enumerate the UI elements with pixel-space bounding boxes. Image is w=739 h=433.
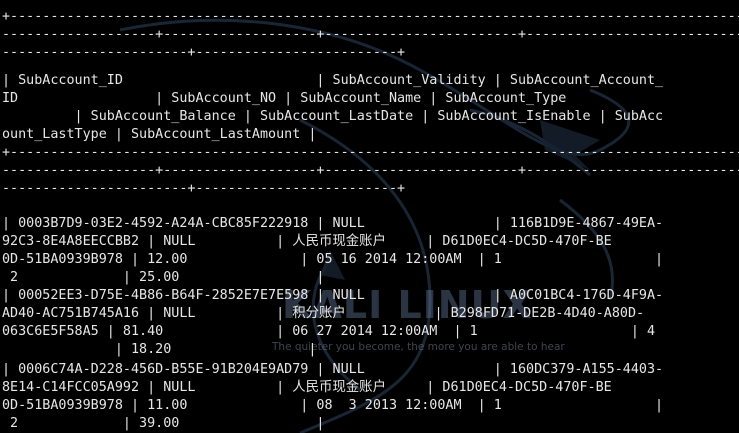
table-row-line: 2 | 39.00 | xyxy=(2,416,325,431)
table-row-line: 0D-51BA0939B978 | 11.00 | 08 3 2013 12:0… xyxy=(2,398,664,413)
table-header-line: | SubAccount_Balance | SubAccount_LastDa… xyxy=(2,109,664,124)
table-border-line: +---------------------------------------… xyxy=(2,145,739,160)
table-row-line: 2 | 25.00 | xyxy=(2,270,325,285)
table-row-line: 0D-51BA0939B978 | 12.00 | 05 16 2014 12:… xyxy=(2,252,664,267)
table-row-line: | 00052EE3-D75E-4B86-B64F-2852E7E7E598 |… xyxy=(2,288,664,303)
table-border-line: -------------------+-------------------+… xyxy=(2,163,739,178)
table-border-line: -----------------------+----------------… xyxy=(2,45,406,60)
table-header-line: ount_LastType | SubAccount_LastAmount | xyxy=(2,127,317,142)
table-row-line: | 18.20 | xyxy=(2,342,317,357)
table-row-line: 063C6E5F58A5 | 81.40 | 06 27 2014 12:00A… xyxy=(2,324,656,339)
table-row-line: | 0006C74A-D228-456D-B55E-91B204E9AD79 |… xyxy=(2,362,664,377)
table-header-line: | SubAccount_ID | SubAccount_Validity | … xyxy=(2,73,664,88)
table-header-line: ID | SubAccount_NO | SubAccount_Name | S… xyxy=(2,91,567,106)
table-border-line: -----------------------+----------------… xyxy=(2,181,406,196)
table-border-line: +---------------------------------------… xyxy=(2,9,739,24)
table-row-line: AD40-AC751B745A16 | NULL | 积分账户 | B298FD… xyxy=(2,306,645,321)
terminal-output: +---------------------------------------… xyxy=(0,0,739,433)
table-row-line: 92C3-8E4A8EECCBB2 | NULL | 人民币现金账户 | D61… xyxy=(2,234,612,249)
table-border-line: -------------------+-------------------+… xyxy=(2,27,739,42)
table-row-line: 8E14-C14FCC05A992 | NULL | 人民币现金账户 | D61… xyxy=(2,380,612,395)
table-row-line: | 0003B7D9-03E2-4592-A24A-CBC85F222918 |… xyxy=(2,216,664,231)
